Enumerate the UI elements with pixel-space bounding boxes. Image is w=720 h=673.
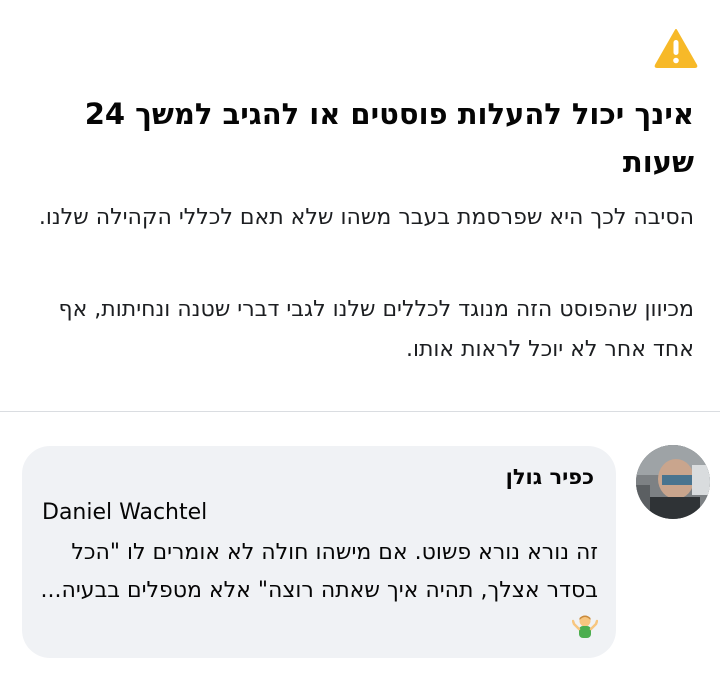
comment-mention[interactable]: Daniel Wachtel	[42, 496, 207, 530]
restriction-notice: אינך יכול להעלות פוסטים או להגיב למשך 24…	[0, 0, 720, 412]
section-divider	[0, 411, 720, 412]
notice-title: אינך יכול להעלות פוסטים או להגיב למשך 24…	[84, 97, 694, 179]
comment-author[interactable]: כפיר גולן	[506, 462, 594, 492]
notice-explanation-text: מכיוון שהפוסט הזה מנוגד לכללים שלנו לגבי…	[58, 297, 694, 362]
avatar-photo	[636, 445, 710, 519]
warning-icon	[654, 29, 698, 68]
avatar[interactable]	[636, 445, 710, 519]
comment-body: זה נורא נורא פשוט. אם מישהו חולה לא אומר…	[40, 540, 598, 603]
comment-text: זה נורא נורא פשוט. אם מישהו חולה לא אומר…	[38, 534, 598, 648]
notice-reason-text: הסיבה לכך היא שפרסמת בעבר משהו שלא תאם ל…	[38, 205, 694, 230]
comment-bubble: כפיר גולן Daniel Wachtel זה נורא נורא פש…	[22, 446, 616, 658]
person-shrugging-emoji	[572, 615, 598, 638]
